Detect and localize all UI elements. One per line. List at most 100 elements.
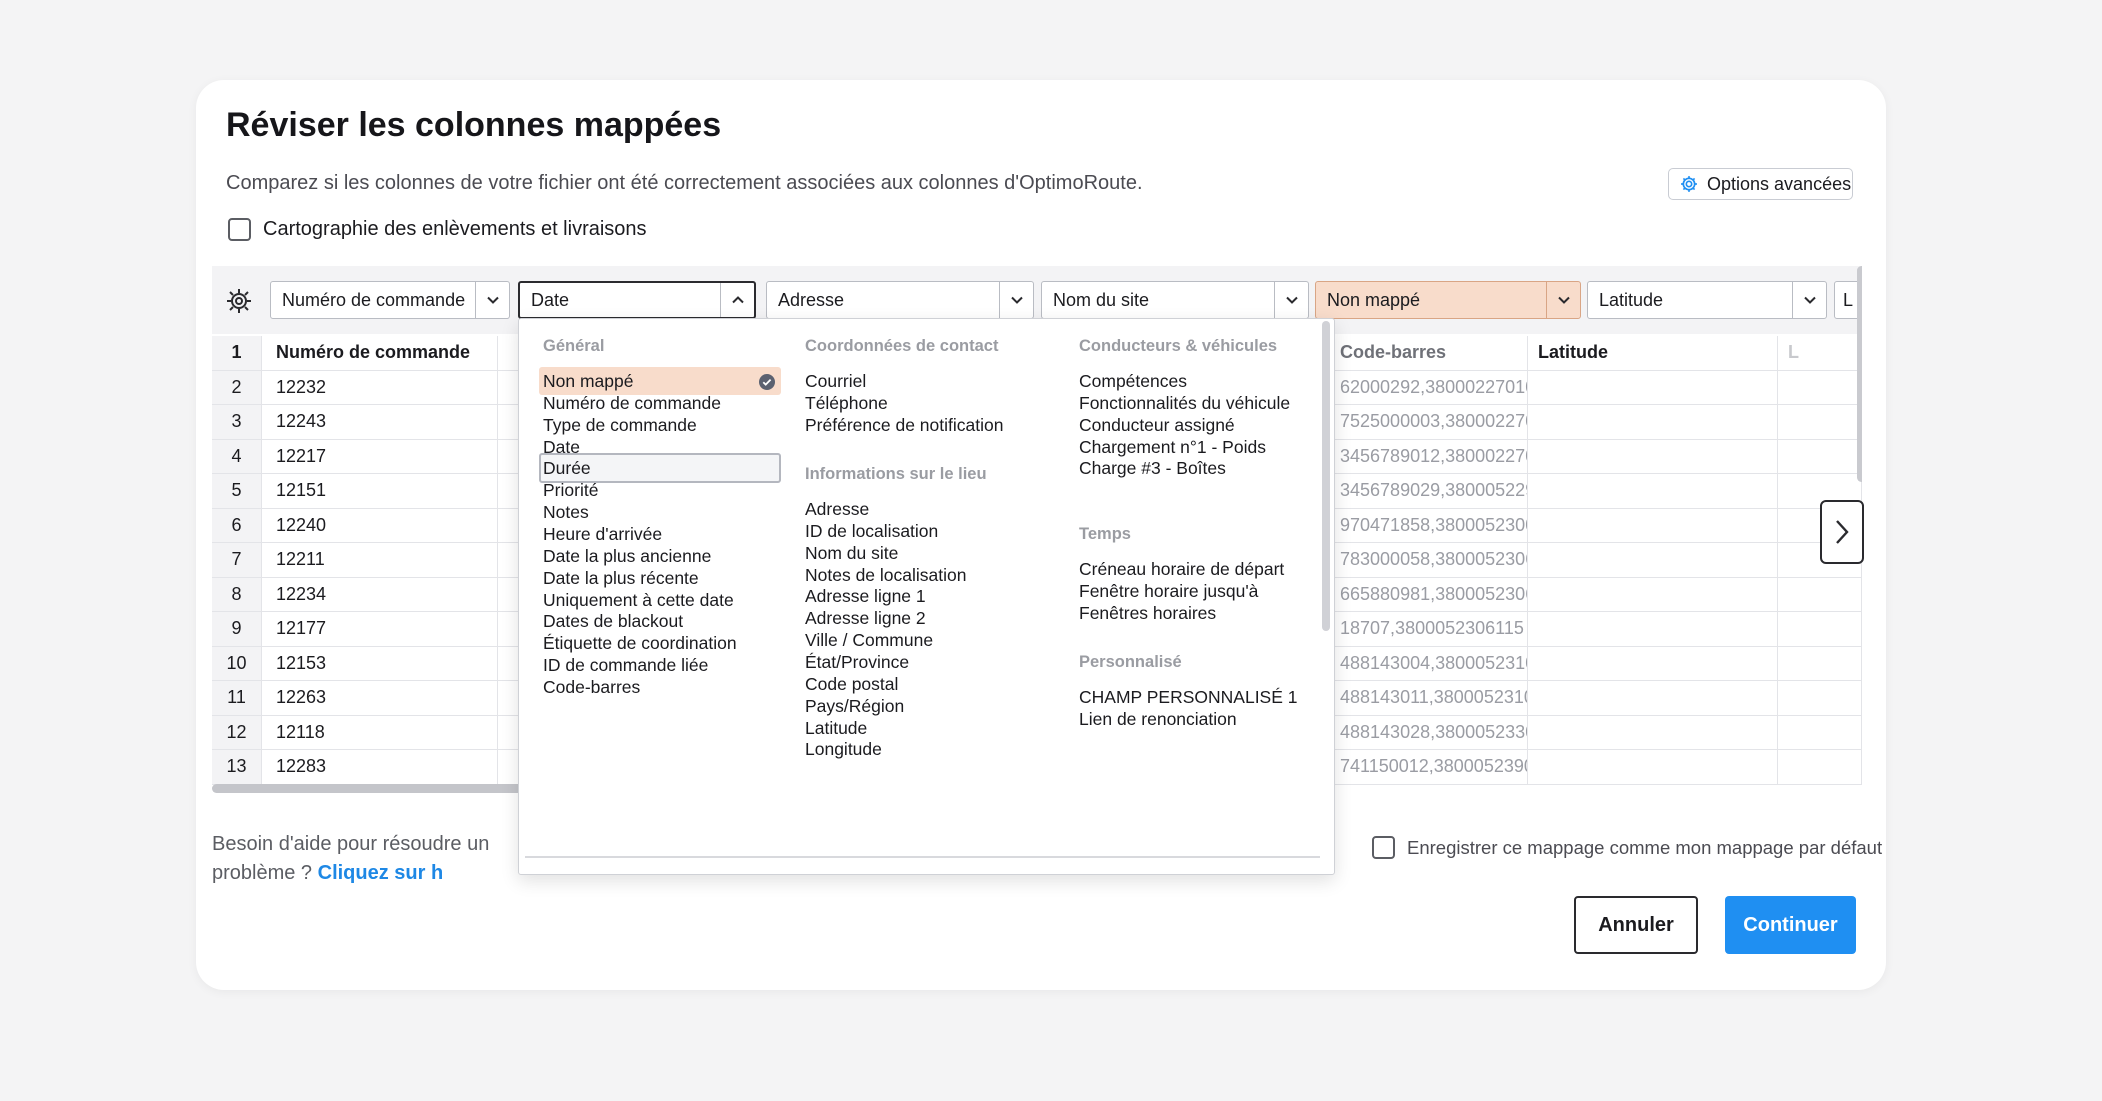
save-default-checkbox[interactable] <box>1372 836 1395 859</box>
cell-order-number: 12217 <box>262 439 498 473</box>
dropdown-option-general[interactable]: Étiquette de coordination <box>543 633 737 654</box>
dropdown-option-location[interactable]: Nom du site <box>805 543 898 564</box>
row-number: 13 <box>212 750 262 784</box>
cell-barcode: 741150012,3800052390411 <box>1332 750 1528 784</box>
save-default-label: Enregistrer ce mappage comme mon mappage… <box>1407 836 1883 858</box>
dialog-title: Réviser les colonnes mappées <box>226 106 722 144</box>
dropdown-option-general[interactable]: Heure d'arrivée <box>543 524 662 545</box>
dropdown-option-time[interactable]: Fenêtre horaire jusqu'à <box>1079 581 1258 602</box>
dropdown-option-general[interactable]: Uniquement à cette date <box>543 590 734 611</box>
cell-barcode: 488143004,3800052310013 <box>1332 646 1528 680</box>
dropdown-scrollbar[interactable] <box>1322 321 1330 631</box>
mapping-select-col5[interactable]: Non mappé <box>1315 281 1581 319</box>
dropdown-option-general[interactable]: Durée <box>543 458 591 479</box>
cancel-button[interactable]: Annuler <box>1574 896 1698 954</box>
cell-order-number: 12153 <box>262 646 498 680</box>
pickup-delivery-row: Cartographie des enlèvements et livraiso… <box>228 218 647 241</box>
cell-barcode: 970471858,3800052300113 <box>1332 508 1528 542</box>
mapping-select-col6[interactable]: Latitude <box>1587 281 1827 319</box>
dropdown-option-general[interactable]: Non mappé <box>543 371 633 392</box>
chevron-down-icon <box>1010 296 1023 304</box>
cell-next <box>1778 646 1862 680</box>
save-default-row: Enregistrer ce mappage comme mon mappage… <box>1372 836 1882 859</box>
row-number: 3 <box>212 405 262 439</box>
dropdown-option-drivers[interactable]: Conducteur assigné <box>1079 415 1235 436</box>
header-cell-barcode: Code-barres <box>1332 336 1528 370</box>
dropdown-option-general[interactable]: Priorité <box>543 480 598 501</box>
dropdown-option-general[interactable]: ID de commande liée <box>543 655 708 676</box>
dropdown-option-custom[interactable]: Lien de renonciation <box>1079 709 1237 730</box>
cell-barcode: 488143028,3800052330165 <box>1332 715 1528 749</box>
dropdown-option-contact[interactable]: Préférence de notification <box>805 415 1003 436</box>
chevron-down-icon <box>1557 296 1570 304</box>
cell-next <box>1778 715 1862 749</box>
advanced-options-label: Options avancées <box>1707 173 1852 194</box>
dropdown-option-location[interactable]: Ville / Commune <box>805 630 933 651</box>
dialog-subtitle: Comparez si les colonnes de votre fichie… <box>226 172 1143 194</box>
horizontal-scrollbar[interactable] <box>212 784 522 793</box>
mapping-select-col2[interactable]: Date <box>518 281 756 319</box>
row-number: 1 <box>212 336 262 370</box>
dropdown-option-location[interactable]: Adresse ligne 1 <box>805 586 926 607</box>
cell-next <box>1778 612 1862 646</box>
dropdown-option-general[interactable]: Numéro de commande <box>543 393 721 414</box>
mapping-select-col4-value: Nom du site <box>1053 289 1150 310</box>
cell-latitude <box>1528 681 1778 715</box>
mapping-select-col5-value: Non mappé <box>1327 289 1421 310</box>
dropdown-option-location[interactable]: Adresse <box>805 499 869 520</box>
row-number: 5 <box>212 474 262 508</box>
dropdown-option-general[interactable]: Date <box>543 437 580 458</box>
dropdown-option-drivers[interactable]: Charge #3 - Boîtes <box>1079 458 1226 479</box>
cell-latitude <box>1528 370 1778 404</box>
vertical-scrollbar[interactable] <box>1857 266 1862 482</box>
dropdown-option-general[interactable]: Code-barres <box>543 677 640 698</box>
row-number: 7 <box>212 543 262 577</box>
unmapped-columns-icon[interactable] <box>224 286 254 316</box>
cell-order-number: 12211 <box>262 543 498 577</box>
settings-gear-icon <box>1681 176 1697 192</box>
dropdown-option-general[interactable]: Type de commande <box>543 415 697 436</box>
dropdown-option-general[interactable]: Dates de blackout <box>543 611 683 632</box>
cell-order-number: 12240 <box>262 508 498 542</box>
dropdown-option-general[interactable]: Date la plus ancienne <box>543 546 711 567</box>
row-number: 6 <box>212 508 262 542</box>
dropdown-option-drivers[interactable]: Fonctionnalités du véhicule <box>1079 393 1290 414</box>
dropdown-option-location[interactable]: Longitude <box>805 739 882 760</box>
dropdown-option-location[interactable]: Adresse ligne 2 <box>805 608 926 629</box>
cell-barcode: 18707,3800052306115 <box>1332 612 1528 646</box>
dropdown-option-general[interactable]: Notes <box>543 502 589 523</box>
dropdown-option-time[interactable]: Créneau horaire de départ <box>1079 559 1284 580</box>
cell-latitude <box>1528 612 1778 646</box>
chevron-right-icon <box>1836 520 1849 544</box>
row-number: 9 <box>212 612 262 646</box>
dropdown-option-contact[interactable]: Téléphone <box>805 393 888 414</box>
dropdown-option-location[interactable]: État/Province <box>805 652 909 673</box>
pickup-delivery-checkbox[interactable] <box>228 218 251 241</box>
dropdown-option-location[interactable]: Latitude <box>805 718 867 739</box>
dropdown-option-location[interactable]: ID de localisation <box>805 521 938 542</box>
cell-barcode: 62000292,3800022701070 <box>1332 370 1528 404</box>
row-number: 11 <box>212 681 262 715</box>
dropdown-option-location[interactable]: Code postal <box>805 674 898 695</box>
mapping-select-col4[interactable]: Nom du site <box>1041 281 1309 319</box>
header-cell-next: L <box>1778 336 1862 370</box>
cell-barcode: 488143011,3800052310013 <box>1332 681 1528 715</box>
dropdown-option-location[interactable]: Notes de localisation <box>805 565 966 586</box>
dropdown-option-location[interactable]: Pays/Région <box>805 696 904 717</box>
dropdown-option-drivers[interactable]: Chargement n°1 - Poids <box>1079 437 1266 458</box>
scroll-right-button[interactable] <box>1820 500 1864 564</box>
dropdown-option-custom[interactable]: CHAMP PERSONNALISÉ 1 <box>1079 687 1298 708</box>
dropdown-option-drivers[interactable]: Compétences <box>1079 371 1187 392</box>
cell-order-number: 12283 <box>262 750 498 784</box>
mapping-select-col3[interactable]: Adresse <box>766 281 1034 319</box>
mapping-select-col1[interactable]: Numéro de commande <box>270 281 510 319</box>
dropdown-option-contact[interactable]: Courriel <box>805 371 866 392</box>
advanced-options-button[interactable]: Options avancées <box>1668 168 1853 200</box>
cell-latitude <box>1528 508 1778 542</box>
header-cell-order-number: Numéro de commande <box>262 336 498 370</box>
dropdown-option-time[interactable]: Fenêtres horaires <box>1079 603 1216 624</box>
help-link[interactable]: Cliquez sur h <box>318 862 444 884</box>
dropdown-option-general[interactable]: Date la plus récente <box>543 568 699 589</box>
cell-latitude <box>1528 474 1778 508</box>
continue-button[interactable]: Continuer <box>1725 896 1856 954</box>
